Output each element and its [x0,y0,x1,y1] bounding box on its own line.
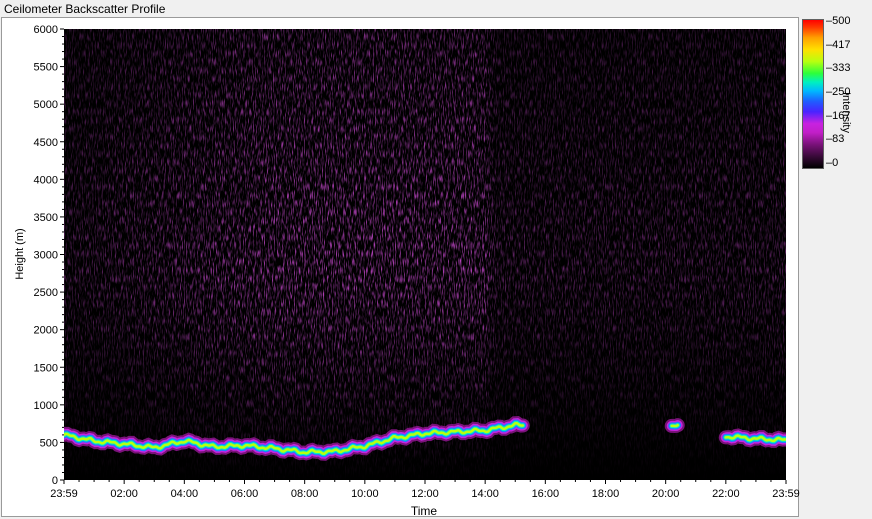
x-tick-label: 08:00 [291,488,319,500]
backscatter-noise [64,29,786,480]
y-tick-label: 4000 [34,174,58,186]
colorbar-tick-label: –0 [826,157,839,169]
colorbar-tick-label: –500 [826,15,851,27]
x-tick-label: 06:00 [231,488,259,500]
x-tick-label: 22:00 [712,488,740,500]
x-tick-label: 16:00 [532,488,560,500]
colorbar-label: Intensity [840,92,852,133]
colorbar-tick-label: –333 [826,62,851,75]
y-tick-label: 1000 [34,400,58,412]
y-tick-label: 1500 [34,362,58,374]
y-tick-label: 3000 [34,250,58,262]
x-tick-label: 23:59 [50,488,78,500]
intensity-colorbar [802,19,824,169]
x-tick-label: 23:59 [772,488,800,500]
x-tick-label: 10:00 [351,488,379,500]
layer-band [670,423,679,428]
chart-window: Ceilometer Backscatter Profile 0 500 100… [0,0,872,519]
x-axis: 23:59 02:00 04:00 06:00 08:00 10:00 12:00 14:00… [50,480,800,500]
y-tick-label: 2000 [34,325,58,337]
y-tick-label: 4500 [34,137,58,149]
x-tick-label: 20:00 [652,488,680,500]
colorbar-tick-label: –83 [826,133,845,146]
y-axis: 0 500 1000 1500 2000 2500 3000 3500 4000 4500 5000… [34,24,64,487]
y-tick-label: 6000 [34,24,58,36]
y-tick-label: 5500 [34,62,58,74]
x-tick-label: 02:00 [110,488,138,500]
y-tick-label: 5000 [34,99,58,111]
x-tick-label: 04:00 [171,488,199,500]
x-tick-label: 18:00 [592,488,620,500]
backscatter-chart: 0 500 1000 1500 2000 2500 3000 3500 4000 4500 5000… [14,24,800,518]
y-tick-label: 2500 [34,287,58,299]
y-tick-label: 0 [52,475,58,487]
x-tick-label: 12:00 [411,488,439,500]
y-axis-label: Height (m) [14,228,26,279]
y-tick-label: 3500 [34,212,58,224]
colorbar-tick-label: –417 [826,38,851,51]
x-tick-label: 14:00 [471,488,499,500]
y-tick-label: 500 [40,437,58,449]
x-axis-label: Time [411,504,438,518]
